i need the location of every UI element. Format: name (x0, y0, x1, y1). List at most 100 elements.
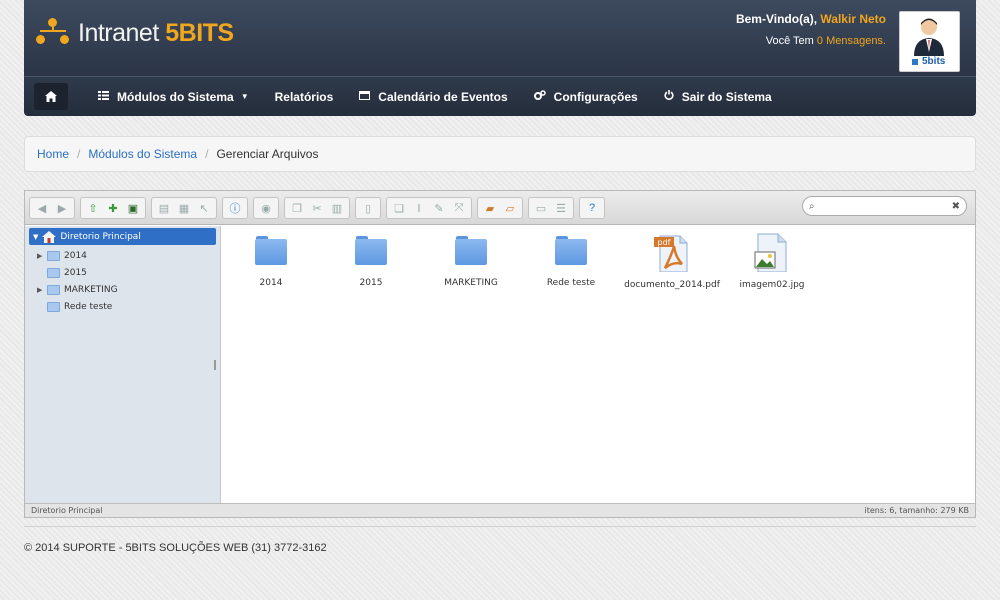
file-item-pdf[interactable]: pdf documento_2014.pdf (622, 235, 722, 290)
tree-root-label: Diretorio Principal (60, 231, 141, 242)
rename-icon[interactable]: Ⅰ (410, 200, 428, 217)
paste-icon[interactable]: ▥ (328, 200, 346, 217)
nav-calendar[interactable]: Calendário de Eventos (347, 77, 519, 117)
pdf-badge: pdf (658, 238, 671, 247)
directory-tree: ▼ Diretorio Principal ▶ 2014 2015 ▶ MARK… (25, 226, 221, 504)
back-icon[interactable]: ◀ (33, 200, 51, 217)
logo[interactable]: Intranet 5BITS (36, 16, 234, 50)
home-button[interactable] (34, 83, 68, 110)
pdf-file-icon: pdf (654, 232, 690, 273)
status-bar: Diretorio Principal itens: 6, tamanho: 2… (25, 503, 975, 517)
file-name: documento_2014.pdf (624, 280, 720, 290)
save-icon[interactable]: ▣ (124, 200, 142, 217)
download-icon[interactable]: ▦ (175, 200, 193, 217)
preview-icon[interactable]: ◉ (257, 200, 275, 217)
avatar[interactable]: 5bits (899, 11, 960, 72)
edit-icon[interactable]: ✎ (430, 200, 448, 217)
tree-item-label: 2015 (64, 267, 87, 278)
toolbar-group-edit: ❐ ✂ ▥ (284, 196, 350, 219)
file-manager: ◀ ▶ ⇧ ✚ ▣ ▤ ▦ ↖ ⓘ ◉ ❐ ✂ ▥ ▯ ❏ Ⅰ ✎ ⤧ ▰ ▱ … (24, 190, 976, 518)
file-item-image[interactable]: imagem02.jpg (722, 233, 822, 290)
file-name: 2015 (359, 278, 383, 288)
file-name: Rede teste (546, 278, 596, 288)
toolbar-group-open: ▤ ▦ ↖ (151, 196, 217, 219)
copy-icon[interactable]: ❐ (288, 200, 306, 217)
icons-view-icon[interactable]: ▭ (532, 200, 550, 217)
search-box[interactable]: ⌕ ✖ (802, 196, 967, 216)
image-file-icon (754, 232, 790, 273)
logo-text: Intranet 5BITS (78, 18, 234, 47)
house-icon (42, 230, 57, 243)
network-logo-icon (36, 18, 70, 48)
tree-root-item[interactable]: ▼ Diretorio Principal (29, 228, 216, 245)
nav-reports-label: Relatórios (274, 89, 334, 104)
list-view-icon[interactable]: ☰ (552, 200, 570, 217)
clear-search-icon[interactable]: ✖ (952, 201, 960, 212)
status-info: itens: 6, tamanho: 279 KB (864, 506, 970, 515)
nav-settings-label: Configurações (553, 89, 638, 104)
folder-icon (47, 301, 60, 312)
file-item-folder-rede-teste[interactable]: Rede teste (521, 236, 621, 288)
breadcrumb-current: Gerenciar Arquivos (216, 147, 319, 161)
nav-modules[interactable]: Módulos do Sistema ▼ (86, 77, 261, 117)
select-icon[interactable]: ↖ (195, 200, 213, 217)
grid-icon (98, 90, 109, 103)
expand-arrow-icon[interactable]: ▶ (37, 252, 47, 260)
nav-calendar-label: Calendário de Eventos (378, 89, 508, 104)
file-name: 2014 (259, 278, 283, 288)
tree-item-label: 2014 (64, 250, 87, 261)
help-icon[interactable]: ? (583, 200, 601, 217)
nav-modules-label: Módulos do Sistema (117, 89, 234, 104)
gears-icon (533, 90, 546, 103)
welcome-area: Bem-Vindo(a), Walkir Neto Você Tem 0 Men… (736, 12, 886, 47)
cut-icon[interactable]: ✂ (308, 200, 326, 217)
nav-reports[interactable]: Relatórios (263, 77, 346, 117)
breadcrumb-home[interactable]: Home (37, 147, 69, 161)
toolbar-group-help: ? (579, 196, 605, 219)
toolbar-group-archive: ▰ ▱ (477, 196, 523, 219)
messages-text: Você Tem 0 Mensagens. (765, 35, 886, 47)
messages-link[interactable]: 0 Mensagens. (817, 35, 886, 47)
main-nav: Módulos do Sistema ▼ Relatórios Calendár… (24, 76, 976, 116)
file-item-folder-marketing[interactable]: MARKETING (421, 236, 521, 288)
folder-icon (47, 267, 60, 278)
open-icon[interactable]: ▤ (155, 200, 173, 217)
power-icon (664, 90, 674, 103)
folder-icon (255, 236, 287, 266)
extract-icon[interactable]: ▱ (501, 200, 519, 217)
info-icon[interactable]: ⓘ (226, 200, 244, 217)
file-name: imagem02.jpg (739, 280, 805, 290)
footer-divider (24, 526, 976, 527)
nav-logout[interactable]: Sair do Sistema (652, 77, 784, 117)
toolbar-group-layout: ▭ ☰ (528, 196, 574, 219)
tree-item-label: MARKETING (64, 284, 118, 295)
archive-icon[interactable]: ▰ (481, 200, 499, 217)
delete-icon[interactable]: ▯ (359, 200, 377, 217)
tree-item-marketing[interactable]: ▶ MARKETING (25, 281, 220, 298)
forward-icon[interactable]: ▶ (53, 200, 71, 217)
new-file-icon[interactable]: ✚ (104, 200, 122, 217)
toolbar-group-history: ◀ ▶ (29, 196, 75, 219)
search-input[interactable] (818, 200, 952, 212)
breadcrumb-modules[interactable]: Módulos do Sistema (88, 147, 197, 161)
folder-icon (47, 284, 60, 295)
expand-arrow-icon[interactable]: ▼ (33, 233, 38, 241)
tree-item-2014[interactable]: ▶ 2014 (25, 247, 220, 264)
file-name: MARKETING (444, 278, 498, 288)
folder-icon (455, 236, 487, 266)
top-header: Intranet 5BITS Bem-Vindo(a), Walkir Neto… (24, 0, 976, 76)
file-item-folder-2014[interactable]: 2014 (221, 236, 321, 288)
breadcrumb-separator: / (77, 147, 81, 161)
upload-icon[interactable]: ⇧ (84, 200, 102, 217)
user-name-link[interactable]: Walkir Neto (820, 12, 886, 26)
tree-item-2015[interactable]: 2015 (25, 264, 220, 281)
status-path: Diretorio Principal (31, 506, 103, 515)
toolbar-group-delete: ▯ (355, 196, 381, 219)
pane-resize-handle[interactable] (214, 360, 216, 370)
tree-item-rede-teste[interactable]: Rede teste (25, 298, 220, 315)
duplicate-icon[interactable]: ❏ (390, 200, 408, 217)
file-item-folder-2015[interactable]: 2015 (321, 236, 421, 288)
nav-settings[interactable]: Configurações (522, 77, 650, 117)
resize-icon[interactable]: ⤧ (450, 200, 468, 217)
expand-arrow-icon[interactable]: ▶ (37, 286, 47, 294)
